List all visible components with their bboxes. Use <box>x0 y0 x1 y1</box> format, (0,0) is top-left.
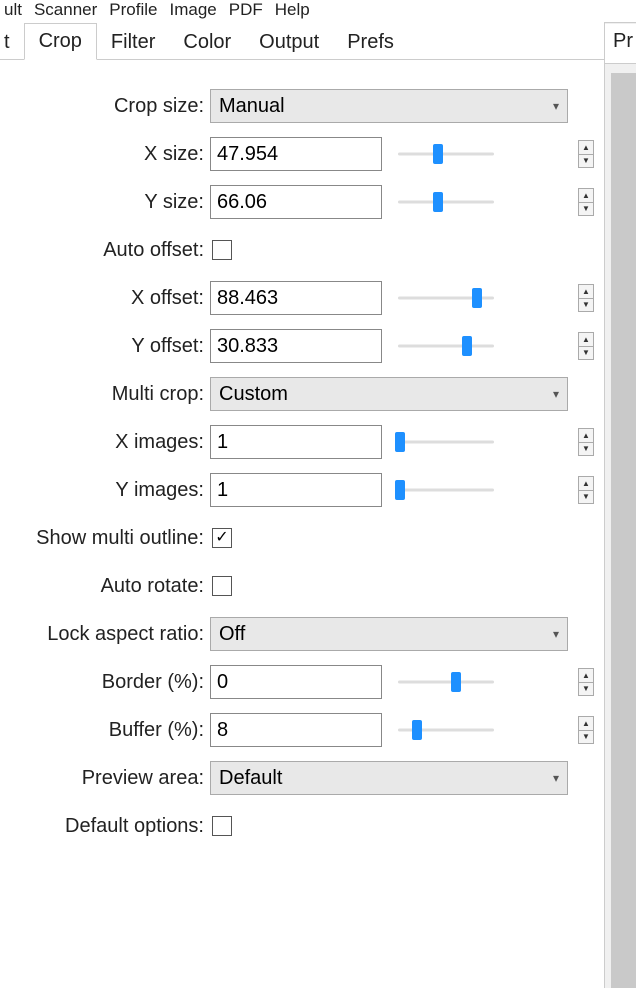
buffer-slider[interactable] <box>398 720 494 740</box>
y-size-label: Y size: <box>0 191 210 214</box>
menu-item[interactable]: Image <box>169 0 216 20</box>
x-size-slider[interactable] <box>398 144 494 164</box>
preview-area <box>611 73 636 988</box>
border-label: Border (%): <box>0 671 210 694</box>
x-size-spinner[interactable]: ▲ ▼ <box>578 140 594 168</box>
x-images-label: X images: <box>0 431 210 454</box>
lock-aspect-value: Off <box>219 623 245 646</box>
spinner-up-icon[interactable]: ▲ <box>579 189 593 203</box>
y-offset-slider[interactable] <box>398 336 494 356</box>
y-images-spinner[interactable]: ▲ ▼ <box>578 476 594 504</box>
multi-crop-value: Custom <box>219 383 288 406</box>
y-images-input[interactable] <box>210 473 382 507</box>
x-images-slider[interactable] <box>398 432 494 452</box>
crop-size-label: Crop size: <box>0 95 210 118</box>
preview-area-select[interactable]: Default ▾ <box>210 761 568 795</box>
buffer-label: Buffer (%): <box>0 719 210 742</box>
y-offset-label: Y offset: <box>0 335 210 358</box>
spinner-down-icon[interactable]: ▼ <box>579 203 593 216</box>
menu-item[interactable]: PDF <box>229 0 263 20</box>
auto-rotate-checkbox[interactable] <box>212 576 232 596</box>
preview-panel: Pr <box>604 22 636 988</box>
spinner-up-icon[interactable]: ▲ <box>579 429 593 443</box>
spinner-up-icon[interactable]: ▲ <box>579 285 593 299</box>
default-options-checkbox[interactable] <box>212 816 232 836</box>
chevron-down-icon: ▾ <box>553 387 559 401</box>
tab-cut[interactable]: t <box>0 25 24 60</box>
y-offset-input[interactable] <box>210 329 382 363</box>
auto-offset-label: Auto offset: <box>0 239 210 262</box>
auto-rotate-label: Auto rotate: <box>0 575 210 598</box>
tab-filter[interactable]: Filter <box>97 25 169 60</box>
lock-aspect-select[interactable]: Off ▾ <box>210 617 568 651</box>
crop-form: Crop size: Manual ▾ X size: ▲ ▼ Y size: <box>0 60 600 850</box>
border-slider[interactable] <box>398 672 494 692</box>
x-offset-slider[interactable] <box>398 288 494 308</box>
x-offset-label: X offset: <box>0 287 210 310</box>
y-images-label: Y images: <box>0 479 210 502</box>
spinner-down-icon[interactable]: ▼ <box>579 347 593 360</box>
spinner-up-icon[interactable]: ▲ <box>579 333 593 347</box>
chevron-down-icon: ▾ <box>553 627 559 641</box>
crop-size-select[interactable]: Manual ▾ <box>210 89 568 123</box>
auto-offset-checkbox[interactable] <box>212 240 232 260</box>
y-images-slider[interactable] <box>398 480 494 500</box>
menu-item[interactable]: Help <box>275 0 310 20</box>
preview-area-label: Preview area: <box>0 767 210 790</box>
menubar: ult Scanner Profile Image PDF Help <box>0 0 636 20</box>
menu-item[interactable]: Profile <box>109 0 157 20</box>
tab-prefs[interactable]: Prefs <box>333 25 408 60</box>
spinner-up-icon[interactable]: ▲ <box>579 141 593 155</box>
spinner-down-icon[interactable]: ▼ <box>579 683 593 696</box>
default-options-label: Default options: <box>0 815 210 838</box>
border-spinner[interactable]: ▲ ▼ <box>578 668 594 696</box>
x-size-input[interactable] <box>210 137 382 171</box>
y-size-spinner[interactable]: ▲ ▼ <box>578 188 594 216</box>
buffer-spinner[interactable]: ▲ ▼ <box>578 716 594 744</box>
tab-crop[interactable]: Crop <box>24 23 97 60</box>
spinner-down-icon[interactable]: ▼ <box>579 299 593 312</box>
tab-output[interactable]: Output <box>245 25 333 60</box>
y-size-slider[interactable] <box>398 192 494 212</box>
spinner-down-icon[interactable]: ▼ <box>579 443 593 456</box>
x-offset-spinner[interactable]: ▲ ▼ <box>578 284 594 312</box>
menu-item[interactable]: Scanner <box>34 0 97 20</box>
multi-crop-select[interactable]: Custom ▾ <box>210 377 568 411</box>
tab-color[interactable]: Color <box>169 25 245 60</box>
spinner-down-icon[interactable]: ▼ <box>579 491 593 504</box>
tabbar: t Crop Filter Color Output Prefs <box>0 20 636 60</box>
x-images-spinner[interactable]: ▲ ▼ <box>578 428 594 456</box>
multi-crop-label: Multi crop: <box>0 383 210 406</box>
lock-aspect-label: Lock aspect ratio: <box>0 623 210 646</box>
border-input[interactable] <box>210 665 382 699</box>
preview-tab[interactable]: Pr <box>605 24 636 64</box>
menu-item[interactable]: ult <box>4 0 22 20</box>
buffer-input[interactable] <box>210 713 382 747</box>
x-offset-input[interactable] <box>210 281 382 315</box>
preview-area-value: Default <box>219 767 282 790</box>
y-size-input[interactable] <box>210 185 382 219</box>
spinner-up-icon[interactable]: ▲ <box>579 669 593 683</box>
show-outline-label: Show multi outline: <box>0 527 210 550</box>
x-images-input[interactable] <box>210 425 382 459</box>
crop-size-value: Manual <box>219 95 285 118</box>
chevron-down-icon: ▾ <box>553 771 559 785</box>
spinner-down-icon[interactable]: ▼ <box>579 731 593 744</box>
show-outline-checkbox[interactable] <box>212 528 232 548</box>
spinner-up-icon[interactable]: ▲ <box>579 717 593 731</box>
x-size-label: X size: <box>0 143 210 166</box>
chevron-down-icon: ▾ <box>553 99 559 113</box>
spinner-down-icon[interactable]: ▼ <box>579 155 593 168</box>
y-offset-spinner[interactable]: ▲ ▼ <box>578 332 594 360</box>
spinner-up-icon[interactable]: ▲ <box>579 477 593 491</box>
